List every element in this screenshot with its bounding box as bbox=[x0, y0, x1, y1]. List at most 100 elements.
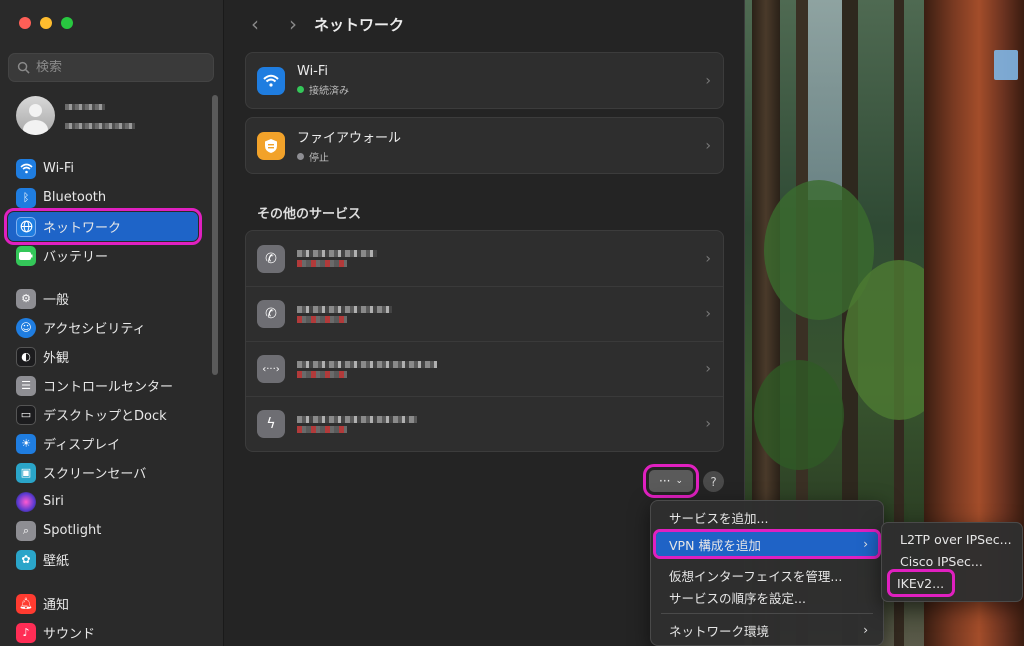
more-label: ··· bbox=[659, 474, 671, 488]
submenu-item-ikev2[interactable]: IKEv2... bbox=[887, 569, 955, 597]
sidebar-item-network[interactable]: ネットワーク bbox=[4, 208, 202, 245]
menu-separator bbox=[661, 613, 873, 614]
firewall-card[interactable]: ファイアウォール 停止 › bbox=[245, 117, 724, 174]
submenu-item-cisco-ipsec[interactable]: Cisco IPSec... bbox=[887, 550, 1017, 572]
sidebar-item-battery[interactable]: バッテリー bbox=[8, 241, 198, 270]
account-name-redacted bbox=[63, 97, 143, 135]
phone-icon: ✆ bbox=[257, 244, 285, 273]
service-row[interactable]: ‹···› › bbox=[246, 341, 723, 396]
sidebar-item-label: デスクトップとDock bbox=[43, 409, 167, 424]
account-entry[interactable] bbox=[16, 96, 143, 135]
sidebar-item-control-center[interactable]: ☰ コントロールセンター bbox=[8, 371, 198, 400]
other-services-card: ✆ › ✆ › ‹···› › ϟ › bbox=[245, 230, 724, 452]
globe-icon bbox=[16, 216, 36, 237]
wifi-icon bbox=[16, 158, 36, 179]
menu-item-network-location[interactable]: ネットワーク環境 › bbox=[656, 619, 878, 641]
chevron-right-icon: › bbox=[705, 416, 711, 432]
service-row[interactable]: ϟ › bbox=[246, 396, 723, 451]
bluetooth-icon: ᛒ bbox=[16, 187, 36, 208]
sidebar-item-label: Spotlight bbox=[43, 523, 102, 538]
forward-button[interactable]: › bbox=[278, 12, 308, 36]
service-name-redacted bbox=[297, 303, 392, 326]
vpn-submenu: L2TP over IPSec... Cisco IPSec... IKEv2.… bbox=[881, 522, 1023, 602]
wifi-row[interactable]: Wi-Fi 接続済み › bbox=[246, 53, 723, 108]
sidebar-item-label: バッテリー bbox=[43, 250, 109, 265]
sidebar-item-bluetooth[interactable]: ᛒ Bluetooth bbox=[8, 183, 198, 212]
more-actions-button[interactable]: ··· ⌄ bbox=[643, 464, 699, 498]
desktop-file-icon[interactable] bbox=[994, 50, 1018, 80]
sidebar-item-label: ディスプレイ bbox=[43, 438, 121, 453]
phone-icon: ✆ bbox=[257, 300, 285, 328]
sidebar-item-label: Siri bbox=[43, 494, 64, 509]
menu-item-add-vpn[interactable]: VPN 構成を追加 › bbox=[653, 529, 881, 559]
back-button[interactable]: ‹ bbox=[240, 12, 270, 36]
submenu-item-label: Cisco IPSec... bbox=[900, 553, 983, 569]
submenu-item-l2tp[interactable]: L2TP over IPSec... bbox=[887, 528, 1017, 550]
sidebar-item-label: 通知 bbox=[43, 598, 70, 613]
sidebar-item-label: 一般 bbox=[43, 293, 70, 308]
vpn-icon: ‹···› bbox=[257, 355, 285, 383]
sidebar-item-label: アクセシビリティ bbox=[43, 322, 146, 337]
chevron-right-icon: › bbox=[863, 623, 868, 637]
close-window-button[interactable] bbox=[19, 17, 31, 29]
avatar bbox=[16, 96, 55, 135]
service-row[interactable]: ✆ › bbox=[246, 231, 723, 286]
firewall-status: 停止 bbox=[309, 153, 329, 164]
search-input[interactable] bbox=[36, 60, 206, 75]
chevron-down-icon: ⌄ bbox=[675, 476, 683, 486]
sidebar-item-screensaver[interactable]: ▣ スクリーンセーバ bbox=[8, 458, 198, 487]
menu-item-manage-virtual-interfaces[interactable]: 仮想インターフェイスを管理... bbox=[656, 564, 878, 586]
zoom-window-button[interactable] bbox=[61, 17, 73, 29]
sidebar-item-siri[interactable]: Siri bbox=[8, 487, 198, 516]
wallpaper-icon: ✿ bbox=[16, 549, 36, 570]
page-title: ネットワーク bbox=[314, 15, 405, 34]
menu-item-set-service-order[interactable]: サービスの順序を設定... bbox=[656, 586, 878, 608]
chevron-right-icon: › bbox=[705, 306, 711, 322]
accessibility-icon: ☺ bbox=[16, 317, 36, 338]
foliage bbox=[754, 360, 844, 470]
menu-item-label: サービスの順序を設定... bbox=[669, 590, 806, 606]
menu-item-label: サービスを追加... bbox=[669, 510, 769, 526]
wifi-card[interactable]: Wi-Fi 接続済み › bbox=[245, 52, 724, 109]
sidebar-item-label: ネットワーク bbox=[43, 221, 122, 236]
sidebar-item-label: サウンド bbox=[43, 627, 96, 642]
menu-item-label: 仮想インターフェイスを管理... bbox=[669, 568, 843, 584]
sidebar-item-accessibility[interactable]: ☺ アクセシビリティ bbox=[8, 313, 198, 342]
help-button[interactable]: ? bbox=[703, 471, 724, 492]
actions-menu: サービスを追加... VPN 構成を追加 › 仮想インターフェイスを管理... … bbox=[650, 500, 884, 646]
sound-icon: ♪ bbox=[16, 622, 36, 643]
chevron-right-icon: › bbox=[705, 72, 711, 89]
service-row[interactable]: ✆ › bbox=[246, 286, 723, 341]
sidebar-item-general[interactable]: ⚙ 一般 bbox=[8, 284, 198, 313]
wifi-status: 接続済み bbox=[309, 86, 349, 97]
sidebar-item-notifications[interactable]: 🔔︎ 通知 bbox=[8, 589, 198, 618]
display-icon: ☀ bbox=[16, 433, 36, 454]
search-field[interactable] bbox=[8, 53, 214, 82]
thunderbolt-icon: ϟ bbox=[257, 410, 285, 438]
settings-window: Wi-Fi ᛒ Bluetooth ネットワーク バッテリー ⚙ 一般 ☺ アク… bbox=[0, 0, 745, 646]
chevron-right-icon: › bbox=[705, 250, 711, 267]
sidebar-item-spotlight[interactable]: ⌕ Spotlight bbox=[8, 516, 198, 545]
spotlight-icon: ⌕ bbox=[16, 520, 36, 541]
minimize-window-button[interactable] bbox=[40, 17, 52, 29]
sidebar-item-appearance[interactable]: ◐ 外観 bbox=[8, 342, 198, 371]
sidebar: Wi-Fi ᛒ Bluetooth ネットワーク バッテリー ⚙ 一般 ☺ アク… bbox=[0, 0, 224, 646]
status-dot-connected bbox=[297, 86, 304, 93]
sidebar-item-label: コントロールセンター bbox=[43, 380, 174, 395]
chevron-right-icon: › bbox=[863, 537, 868, 551]
sidebar-item-wallpaper[interactable]: ✿ 壁紙 bbox=[8, 545, 198, 574]
menu-item-add-service[interactable]: サービスを追加... bbox=[656, 506, 878, 528]
sidebar-item-desktop-dock[interactable]: ▭ デスクトップとDock bbox=[8, 400, 198, 429]
sidebar-item-label: スクリーンセーバ bbox=[43, 467, 147, 482]
toolbar: ‹ › ネットワーク bbox=[224, 0, 744, 48]
service-name-redacted bbox=[297, 413, 417, 436]
sidebar-item-sound[interactable]: ♪ サウンド bbox=[8, 618, 198, 646]
firewall-row[interactable]: ファイアウォール 停止 › bbox=[246, 118, 723, 173]
status-dot-off bbox=[297, 153, 304, 160]
sidebar-item-displays[interactable]: ☀ ディスプレイ bbox=[8, 429, 198, 458]
menu-item-label: ネットワーク環境 bbox=[669, 623, 770, 639]
sidebar-item-wifi[interactable]: Wi-Fi bbox=[8, 154, 198, 183]
sidebar-scrollbar[interactable] bbox=[212, 95, 218, 375]
control-center-icon: ☰ bbox=[16, 375, 36, 396]
firewall-title: ファイアウォール bbox=[297, 131, 402, 146]
